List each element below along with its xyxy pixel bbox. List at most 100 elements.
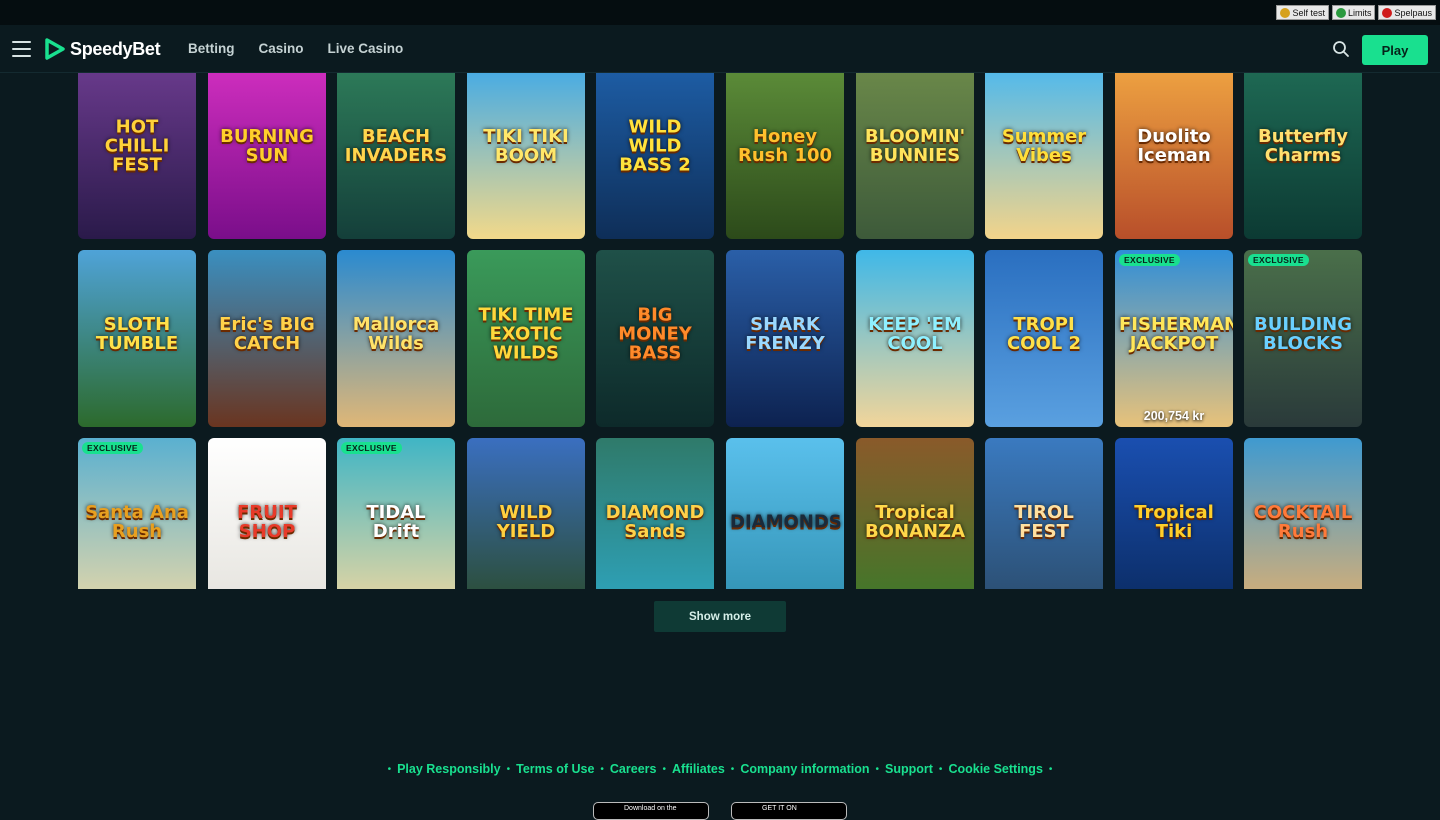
responsible-gaming-links: Self test Limits Spelpaus xyxy=(1276,5,1436,20)
game-tile[interactable]: TROPI COOL 2 xyxy=(985,250,1103,427)
nav-betting[interactable]: Betting xyxy=(188,41,235,56)
separator-dot: • xyxy=(600,763,604,775)
footer-link-play-responsibly[interactable]: Play Responsibly xyxy=(397,762,501,776)
footer-link-terms-of-use[interactable]: Terms of Use xyxy=(516,762,594,776)
game-title: BIG MONEY BASS xyxy=(618,304,692,364)
game-title: BUILDING BLOCKS xyxy=(1254,314,1352,354)
limits-icon xyxy=(1335,7,1346,18)
game-title: FISHERMAN'S JACKPOT xyxy=(1119,314,1233,354)
game-title: Mallorca Wilds xyxy=(352,314,440,354)
separator-dot: • xyxy=(730,763,735,775)
game-tile[interactable]: Tropical BONANZA xyxy=(856,438,974,589)
search-icon[interactable] xyxy=(1332,40,1350,58)
game-title: TIDAL Drift xyxy=(366,502,426,542)
game-title: Butterfly Charms xyxy=(1258,126,1348,166)
exclusive-badge: EXCLUSIVE xyxy=(1248,254,1309,266)
game-tile[interactable]: BURNING SUN xyxy=(208,73,326,239)
game-title: COCKTAIL Rush xyxy=(1253,502,1353,542)
game-tile[interactable]: Summer Vibes xyxy=(985,73,1103,239)
play-button[interactable]: Play xyxy=(1362,35,1428,65)
self-test-link[interactable]: Self test xyxy=(1276,5,1329,20)
game-tile[interactable]: SHARK FRENZY xyxy=(726,250,844,427)
footer-link-affiliates[interactable]: Affiliates xyxy=(672,762,725,776)
game-tile[interactable]: Tropical Tiki xyxy=(1115,438,1233,589)
game-tile[interactable]: WILD WILD BASS 2 xyxy=(596,73,714,239)
game-title: Tropical Tiki xyxy=(1134,502,1214,542)
google-play-label: GET IT ON xyxy=(762,805,797,812)
game-tile[interactable]: DIAMONDS21,150,852 kr xyxy=(726,438,844,589)
game-tile[interactable]: BEACH INVADERS xyxy=(337,73,455,239)
game-title: BLOOMIN' BUNNIES xyxy=(864,126,966,166)
primary-nav: Betting Casino Live Casino xyxy=(188,41,403,56)
game-tile[interactable]: HOT CHILLI FEST xyxy=(78,73,196,239)
game-tile[interactable]: TIDAL Drift EXCLUSIVE xyxy=(337,438,455,589)
self-test-icon xyxy=(1280,7,1291,18)
show-more-button[interactable]: Show more xyxy=(654,601,786,632)
game-tile[interactable]: FRUIT SHOP xyxy=(208,438,326,589)
game-title: Tropical BONANZA xyxy=(864,502,966,542)
game-tile[interactable]: BUILDING BLOCKS EXCLUSIVE xyxy=(1244,250,1362,427)
game-title: DIAMOND Sands xyxy=(605,502,705,542)
app-store-badge[interactable]: Download on the xyxy=(593,802,709,820)
game-tile[interactable]: COCKTAIL Rush xyxy=(1244,438,1362,589)
main-navbar: SpeedyBet Betting Casino Live Casino Pla… xyxy=(0,25,1440,73)
logo-play-icon xyxy=(45,38,65,60)
google-play-badge[interactable]: GET IT ON xyxy=(731,802,847,820)
separator-dot: • xyxy=(387,763,392,775)
game-tile[interactable]: Santa Ana RushEXCLUSIVE7,087,313 kr xyxy=(78,438,196,589)
jackpot-amount: 200,754 kr xyxy=(1143,409,1205,423)
game-title: Eric's BIG CATCH xyxy=(219,314,315,354)
game-title: TIROL FEST xyxy=(1014,502,1074,542)
limits-link[interactable]: Limits xyxy=(1331,5,1376,20)
separator-dot: • xyxy=(662,763,666,775)
game-tile[interactable]: Duolito Iceman xyxy=(1115,73,1233,239)
footer-links: • Play Responsibly • Terms of Use • Careers • A… xyxy=(0,762,1440,776)
game-tile[interactable]: TIKI TIME EXOTIC WILDS xyxy=(467,250,585,427)
speedybet-logo[interactable]: SpeedyBet xyxy=(42,37,161,61)
nav-casino[interactable]: Casino xyxy=(259,41,304,56)
footer-link-careers[interactable]: Careers xyxy=(610,762,657,776)
game-title: TROPI COOL 2 xyxy=(1006,314,1082,354)
game-tile[interactable]: BLOOMIN' BUNNIES xyxy=(856,73,974,239)
game-title: KEEP 'EM COOL xyxy=(868,314,962,354)
game-title: FRUIT SHOP xyxy=(237,502,297,542)
game-title: WILD YIELD xyxy=(496,502,556,542)
game-tile[interactable]: Eric's BIG CATCH xyxy=(208,250,326,427)
game-tile[interactable]: Butterfly Charms xyxy=(1244,73,1362,239)
exclusive-badge: EXCLUSIVE xyxy=(1119,254,1180,266)
footer-link-company-information[interactable]: Company information xyxy=(740,762,869,776)
game-title: WILD WILD BASS 2 xyxy=(619,116,691,176)
game-tile[interactable]: DIAMOND Sands xyxy=(596,438,714,589)
store-badges: Download on the GET IT ON xyxy=(593,802,847,820)
game-title: SLOTH TUMBLE xyxy=(95,314,179,354)
game-tile[interactable]: TIROL FEST xyxy=(985,438,1103,589)
game-tile[interactable]: Mallorca Wilds xyxy=(337,250,455,427)
spelpaus-icon xyxy=(1382,7,1393,18)
spelpaus-link[interactable]: Spelpaus xyxy=(1378,5,1436,20)
game-tile[interactable]: Honey Rush 100 xyxy=(726,73,844,239)
game-title: Honey Rush 100 xyxy=(737,126,833,166)
separator-dot: • xyxy=(506,763,511,775)
game-grid: HOT CHILLI FEST BURNING SUN BEACH INVADERS… xyxy=(78,73,1363,589)
app-store-label: Download on the xyxy=(624,805,677,812)
nav-live-casino[interactable]: Live Casino xyxy=(328,41,404,56)
game-tile[interactable]: SLOTH TUMBLE xyxy=(78,250,196,427)
footer-link-support[interactable]: Support xyxy=(885,762,933,776)
separator-dot: • xyxy=(875,763,879,775)
game-title: Summer Vibes xyxy=(1001,126,1087,166)
top-strip: Self test Limits Spelpaus xyxy=(0,0,1440,25)
game-title: Santa Ana Rush xyxy=(85,502,189,542)
menu-icon[interactable] xyxy=(12,41,31,57)
spelpaus-label: Spelpaus xyxy=(1394,7,1432,18)
game-title: TIKI TIKI BOOM xyxy=(483,126,569,166)
footer-link-cookie-settings[interactable]: Cookie Settings xyxy=(948,762,1042,776)
game-tile[interactable]: BIG MONEY BASS xyxy=(596,250,714,427)
game-title: TIKI TIME EXOTIC WILDS xyxy=(478,304,574,364)
game-tile[interactable]: FISHERMAN'S JACKPOT EXCLUSIVE 200,754 kr xyxy=(1115,250,1233,427)
logo-text: SpeedyBet xyxy=(70,38,161,59)
game-tile[interactable]: WILD YIELD xyxy=(467,438,585,589)
game-tile[interactable]: TIKI TIKI BOOM xyxy=(467,73,585,239)
limits-label: Limits xyxy=(1347,7,1372,18)
separator-dot: • xyxy=(938,763,943,775)
game-tile[interactable]: KEEP 'EM COOL xyxy=(856,250,974,427)
